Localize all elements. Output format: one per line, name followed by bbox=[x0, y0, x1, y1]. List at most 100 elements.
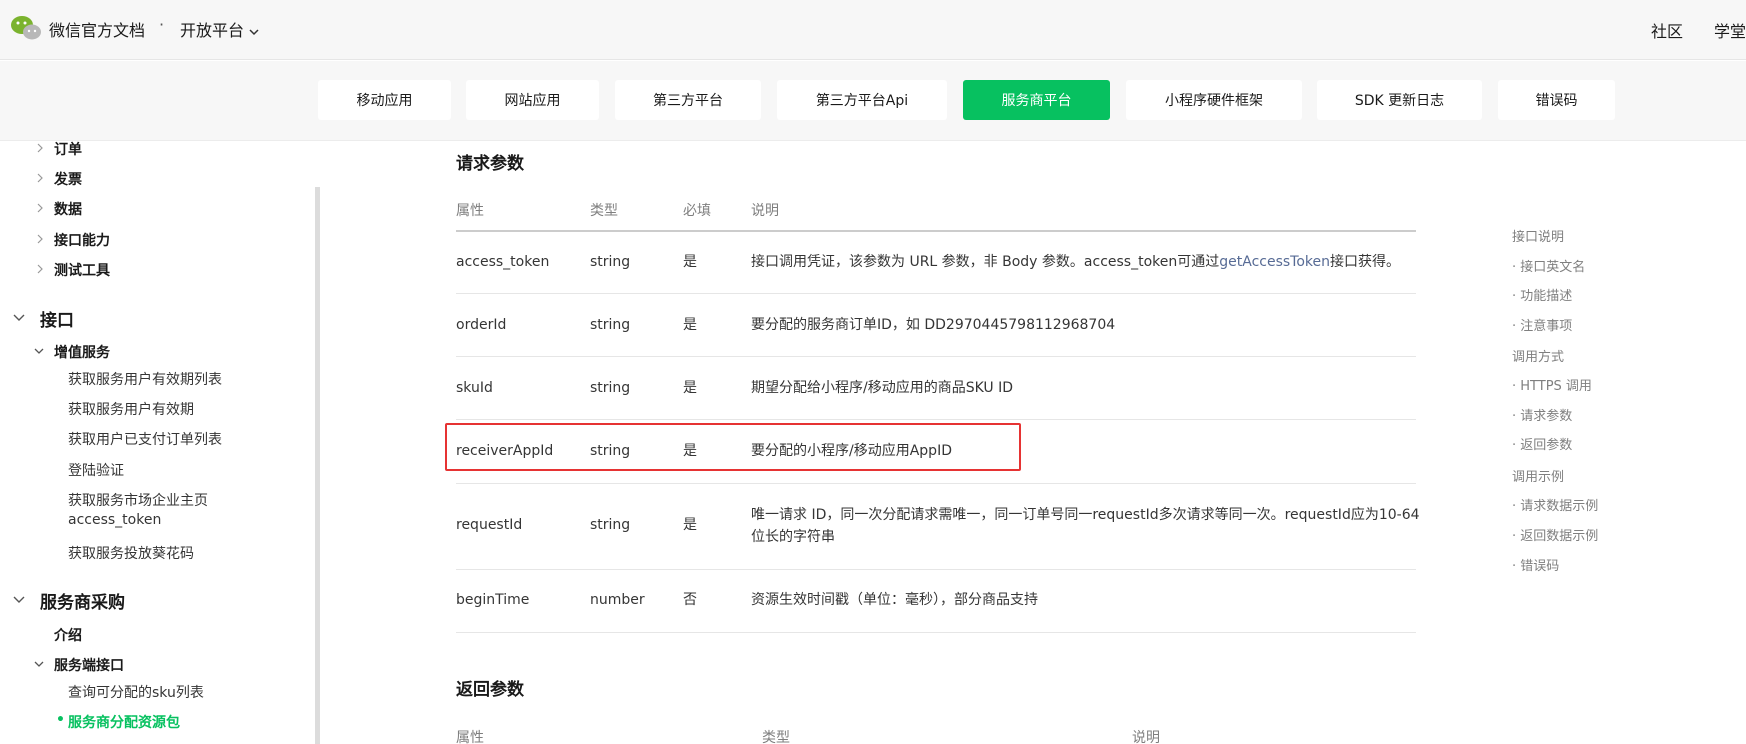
toc-item[interactable]: · 返回数据示例 bbox=[1512, 525, 1598, 544]
row-divider bbox=[456, 356, 1416, 357]
toc-item[interactable]: 接口说明 bbox=[1512, 226, 1564, 245]
sidebar-item-login-verify[interactable]: 登陆验证 bbox=[68, 460, 124, 480]
row-divider bbox=[456, 632, 1416, 633]
toc-item[interactable]: · 返回参数 bbox=[1512, 434, 1572, 453]
param-desc-text: 接口获得。 bbox=[1330, 254, 1400, 270]
tab-website-app[interactable]: 网站应用 bbox=[466, 80, 599, 120]
sidebar-active-dot: • bbox=[56, 712, 65, 728]
sidebar-item-user-validity-list[interactable]: 获取服务用户有效期列表 bbox=[68, 369, 222, 389]
sidebar-item-enterprise-home-token[interactable]: access_token bbox=[68, 512, 161, 528]
toc-item[interactable]: · 注意事项 bbox=[1512, 315, 1572, 334]
col-header-required: 必填 bbox=[683, 203, 711, 219]
param-name: requestId bbox=[456, 517, 523, 533]
param-required: 是 bbox=[683, 380, 697, 396]
chevron-right-icon[interactable] bbox=[36, 203, 44, 213]
nav-academy[interactable]: 学堂 bbox=[1714, 18, 1746, 42]
chevron-right-icon[interactable] bbox=[36, 173, 44, 183]
highlight-box bbox=[445, 423, 1021, 471]
param-desc: 期望分配给小程序/移动应用的商品SKU ID bbox=[751, 380, 1014, 396]
col-header-type: 类型 bbox=[590, 203, 618, 219]
platform-tabs: 移动应用 网站应用 第三方平台 第三方平台Api 服务商平台 小程序硬件框架 S… bbox=[0, 61, 1746, 141]
sidebar-section-purchase[interactable]: 服务商采购 bbox=[40, 588, 125, 613]
toc-item[interactable]: · HTTPS 调用 bbox=[1512, 375, 1592, 394]
row-divider bbox=[456, 293, 1416, 294]
tab-service-provider[interactable]: 服务商平台 bbox=[963, 80, 1110, 120]
chevron-down-icon[interactable] bbox=[13, 314, 25, 322]
toc-item[interactable]: 调用示例 bbox=[1512, 466, 1564, 485]
wechat-logo-icon[interactable] bbox=[10, 14, 42, 42]
sidebar-item-data[interactable]: 数据 bbox=[54, 199, 82, 219]
col-header-attr: 属性 bbox=[456, 203, 484, 219]
tab-mobile-app[interactable]: 移动应用 bbox=[318, 80, 451, 120]
nav-community[interactable]: 社区 bbox=[1651, 18, 1683, 42]
tab-error-codes[interactable]: 错误码 bbox=[1498, 80, 1615, 120]
param-name: skuId bbox=[456, 380, 493, 396]
param-desc: 接口调用凭证，该参数为 URL 参数，非 Body 参数。access_toke… bbox=[751, 251, 1400, 273]
toc-item[interactable]: · 错误码 bbox=[1512, 555, 1559, 574]
sidebar-item-sunflower-code[interactable]: 获取服务投放葵花码 bbox=[68, 543, 194, 563]
sidebar-item-api-capability[interactable]: 接口能力 bbox=[54, 230, 110, 250]
return-params-title: 返回参数 bbox=[456, 680, 524, 700]
top-header: 微信官方文档 · 开放平台 社区 学堂 bbox=[0, 0, 1746, 60]
chevron-down-icon bbox=[249, 28, 259, 35]
sidebar-section-api[interactable]: 接口 bbox=[40, 306, 74, 331]
param-name: access_token bbox=[456, 254, 550, 270]
param-desc: 要分配的服务商订单ID，如 DD2970445798112968704 bbox=[751, 317, 1116, 333]
chevron-right-icon[interactable] bbox=[36, 234, 44, 244]
sidebar-item-intro[interactable]: 介绍 bbox=[54, 625, 82, 645]
toc-item[interactable]: · 接口英文名 bbox=[1512, 256, 1585, 275]
col-header-desc: 说明 bbox=[1132, 730, 1160, 744]
sidebar-item-enterprise-home[interactable]: 获取服务市场企业主页 bbox=[68, 490, 208, 510]
chevron-down-icon[interactable] bbox=[34, 348, 44, 355]
param-desc: 资源生效时间戳（单位：毫秒），部分商品支持 bbox=[751, 592, 1038, 608]
sidebar-item-invoices[interactable]: 发票 bbox=[54, 169, 82, 189]
sidebar-item-allocate-package[interactable]: 服务商分配资源包 bbox=[68, 712, 180, 732]
chevron-right-icon[interactable] bbox=[36, 143, 44, 153]
chevron-down-icon[interactable] bbox=[34, 661, 44, 668]
sidebar-group-value-added[interactable]: 增值服务 bbox=[54, 342, 110, 362]
tab-third-party-api[interactable]: 第三方平台Api bbox=[777, 80, 947, 120]
tab-third-party[interactable]: 第三方平台 bbox=[615, 80, 761, 120]
col-header-attr: 属性 bbox=[456, 730, 484, 744]
chevron-down-icon[interactable] bbox=[13, 596, 25, 604]
param-type: number bbox=[590, 592, 645, 608]
sidebar-item-sku-list[interactable]: 查询可分配的sku列表 bbox=[68, 682, 204, 702]
toc-item[interactable]: · 功能描述 bbox=[1512, 285, 1572, 304]
toc-item[interactable]: 调用方式 bbox=[1512, 346, 1564, 365]
sidebar-item-test-tools[interactable]: 测试工具 bbox=[54, 260, 110, 280]
sidebar-item-paid-orders[interactable]: 获取用户已支付订单列表 bbox=[68, 429, 222, 449]
row-divider bbox=[456, 569, 1416, 570]
param-required: 是 bbox=[683, 517, 697, 533]
platform-label: 开放平台 bbox=[180, 21, 245, 40]
param-name: orderId bbox=[456, 317, 507, 333]
param-type: string bbox=[590, 380, 631, 396]
request-params-title: 请求参数 bbox=[456, 154, 524, 174]
sidebar-item-orders[interactable]: 订单 bbox=[54, 139, 82, 159]
col-header-type: 类型 bbox=[762, 730, 790, 744]
param-required: 否 bbox=[683, 592, 697, 608]
get-access-token-link[interactable]: getAccessToken bbox=[1219, 254, 1330, 270]
row-divider bbox=[456, 419, 1416, 420]
tab-sdk-changelog[interactable]: SDK 更新日志 bbox=[1317, 80, 1482, 120]
param-type: string bbox=[590, 517, 631, 533]
site-title[interactable]: 微信官方文档 bbox=[49, 17, 145, 41]
toc-item[interactable]: · 请求数据示例 bbox=[1512, 495, 1598, 514]
toc-item[interactable]: · 请求参数 bbox=[1512, 405, 1572, 424]
chevron-right-icon[interactable] bbox=[36, 264, 44, 274]
param-desc-text: 接口调用凭证，该参数为 URL 参数，非 Body 参数。access_toke… bbox=[751, 254, 1220, 270]
param-name: beginTime bbox=[456, 592, 530, 608]
sidebar-group-server-api[interactable]: 服务端接口 bbox=[54, 655, 124, 675]
param-desc: 位长的字符串 bbox=[751, 529, 835, 545]
col-header-desc: 说明 bbox=[751, 203, 779, 219]
param-type: string bbox=[590, 317, 631, 333]
param-type: string bbox=[590, 254, 631, 270]
param-required: 是 bbox=[683, 317, 697, 333]
platform-dropdown[interactable]: 开放平台 bbox=[180, 17, 260, 41]
param-desc: 唯一请求 ID，同一次分配请求需唯一，同一订单号同一requestId多次请求等… bbox=[751, 507, 1420, 523]
row-divider bbox=[456, 483, 1416, 484]
table-header-divider bbox=[456, 230, 1416, 232]
sidebar-item-user-validity[interactable]: 获取服务用户有效期 bbox=[68, 399, 194, 419]
sidebar-scrollbar[interactable] bbox=[315, 187, 320, 744]
tab-hardware-framework[interactable]: 小程序硬件框架 bbox=[1126, 80, 1302, 120]
param-required: 是 bbox=[683, 254, 697, 270]
